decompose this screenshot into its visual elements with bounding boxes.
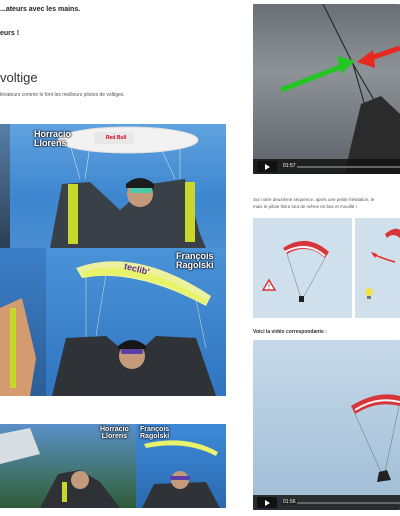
sequence-caption: Sur notre deuxième séquence, après une p… xyxy=(253,197,375,209)
collage-bottom-left-drawing xyxy=(0,298,36,396)
intro-line-1: ...ateurs avec les mains. xyxy=(0,6,81,13)
video-player-1[interactable]: 01:57 xyxy=(253,4,400,174)
play-icon[interactable] xyxy=(257,161,277,172)
section-paragraph: lévateurs comme le font les meilleurs pi… xyxy=(0,92,125,98)
video-player-2[interactable]: 01:56 xyxy=(253,340,400,510)
sequence-image-2 xyxy=(355,218,400,318)
video2-controls: 01:56 xyxy=(253,495,400,510)
pilot-name-francois-small: François Ragolski xyxy=(140,426,170,441)
section-heading: voltige xyxy=(0,70,38,85)
pilots-collage-image: Horracio Llorens Red Bull teclib' Franço… xyxy=(0,124,226,396)
video2-frame xyxy=(351,394,400,482)
pilot-name-horracio: Horracio Llorens xyxy=(34,129,72,149)
video1-controls: 01:57 xyxy=(253,159,400,174)
play-icon-2[interactable] xyxy=(257,497,277,508)
pilots-collage-small-image: Horracio Llorens François Ragolski xyxy=(0,424,226,508)
video-label: Voici la vidéo correspondante : xyxy=(253,329,327,335)
intro-line-2: eurs ! xyxy=(0,30,20,37)
pilot-name-francois: François Ragolski xyxy=(176,251,214,271)
video1-time: 01:57 xyxy=(282,163,297,169)
video2-time: 01:56 xyxy=(282,499,297,505)
sequence-image-2-drawing xyxy=(365,228,400,299)
video2-progress-bar[interactable] xyxy=(297,502,400,504)
sequence-image-1-drawing: ! xyxy=(261,240,329,302)
video1-frame xyxy=(280,4,400,174)
svg-text:!: ! xyxy=(268,284,270,291)
sequence-image-1: ! xyxy=(253,218,352,318)
collage-left-strip xyxy=(0,124,10,248)
video1-progress-bar[interactable] xyxy=(297,166,400,168)
redbull-logo: Red Bull xyxy=(106,135,127,141)
pilot-name-horracio-small: Horracio Llorens xyxy=(100,426,129,441)
